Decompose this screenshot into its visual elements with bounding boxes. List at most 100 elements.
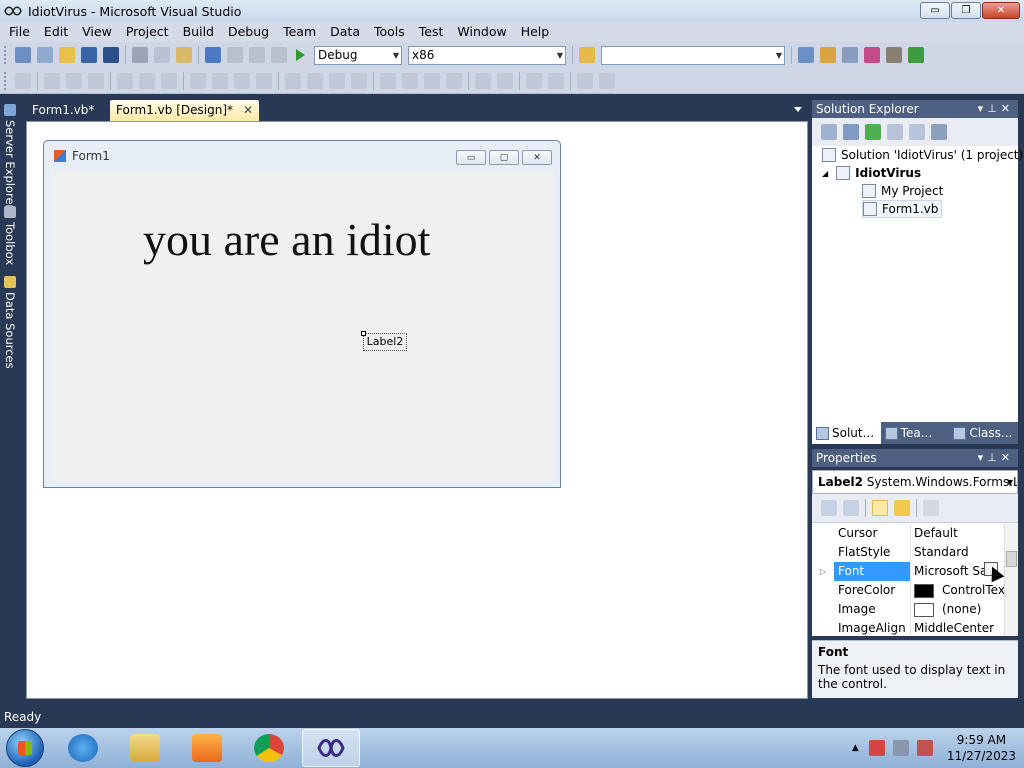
property-row-font[interactable]: ▷ Font Microsoft Sar: [812, 562, 1004, 581]
panel-controls[interactable]: ▾⊥✕: [978, 100, 1014, 118]
volume-muted-icon[interactable]: [916, 740, 933, 756]
horizontal-spacing-icon[interactable]: [285, 72, 301, 89]
property-row-imagealign[interactable]: ImageAlign MiddleCenter: [812, 619, 1004, 636]
menu-file[interactable]: File: [2, 22, 37, 42]
view-class-diagram-icon[interactable]: [931, 124, 947, 140]
solution-platform-select[interactable]: x86 ▼: [408, 45, 566, 65]
tree-project[interactable]: ◢ IdiotVirus: [822, 164, 921, 182]
tree-item-form1[interactable]: Form1.vb: [862, 200, 943, 218]
copy-icon[interactable]: [154, 47, 170, 63]
undo-icon[interactable]: [205, 47, 221, 63]
view-code-icon[interactable]: [887, 124, 903, 140]
properties-view-icon[interactable]: [872, 500, 888, 516]
menu-tools[interactable]: Tools: [367, 22, 412, 42]
selection-handle[interactable]: [361, 331, 366, 336]
tab-team-explorer[interactable]: Tea...: [881, 422, 950, 444]
tree-item-my-project[interactable]: My Project: [862, 182, 943, 200]
show-all-files-icon[interactable]: [843, 124, 859, 140]
find-in-files-icon[interactable]: [579, 47, 595, 63]
collapse-arrow-icon[interactable]: ◢: [822, 169, 828, 178]
decrease-horizontal-spacing-icon[interactable]: [329, 72, 345, 89]
solution-explorer-icon[interactable]: [798, 47, 814, 63]
view-designer-icon[interactable]: [909, 124, 925, 140]
tab-order-icon[interactable]: [577, 72, 593, 89]
alphabetical-icon[interactable]: [843, 500, 859, 516]
taskbar-internet-explorer[interactable]: [54, 729, 112, 767]
toolbox-icon[interactable]: [864, 47, 880, 63]
center-horizontally-icon[interactable]: [475, 72, 491, 89]
menu-edit[interactable]: Edit: [37, 22, 75, 42]
properties-icon[interactable]: [821, 124, 837, 140]
start-debugging-icon[interactable]: [296, 49, 305, 61]
toolbar-grip[interactable]: [4, 46, 8, 64]
toolbar-options-icon[interactable]: [599, 72, 615, 89]
property-pages-icon[interactable]: [923, 500, 939, 516]
categorized-icon[interactable]: [821, 500, 837, 516]
redo-icon[interactable]: [227, 47, 243, 63]
menu-help[interactable]: Help: [514, 22, 557, 42]
taskbar-visual-studio[interactable]: [302, 729, 360, 767]
object-browser-icon[interactable]: [842, 47, 858, 63]
menu-data[interactable]: Data: [323, 22, 367, 42]
maximize-button[interactable]: ❐: [951, 2, 981, 19]
property-value[interactable]: Default: [910, 524, 1004, 543]
increase-vertical-spacing-icon[interactable]: [402, 72, 418, 89]
events-icon[interactable]: [894, 500, 910, 516]
properties-scrollbar[interactable]: [1004, 523, 1018, 636]
system-clock[interactable]: 9:59 AM 11/27/2023: [947, 732, 1016, 764]
property-value[interactable]: MiddleCenter: [910, 619, 1004, 636]
center-vertically-icon[interactable]: [497, 72, 513, 89]
expand-arrow-icon[interactable]: ▷: [812, 562, 834, 581]
menu-test[interactable]: Test: [412, 22, 451, 42]
scrollbar-thumb[interactable]: [1006, 551, 1017, 567]
make-same-size-icon[interactable]: [256, 72, 272, 89]
action-center-icon[interactable]: [868, 740, 885, 756]
solution-configuration-select[interactable]: Debug ▼: [314, 45, 402, 65]
send-to-back-icon[interactable]: [548, 72, 564, 89]
label2-control[interactable]: Label2: [361, 331, 407, 351]
property-value[interactable]: ControlTex: [910, 581, 1004, 600]
refresh-icon[interactable]: [865, 124, 881, 140]
close-tab-icon[interactable]: ✕: [243, 103, 253, 117]
save-all-icon[interactable]: [103, 47, 119, 63]
network-icon[interactable]: [892, 740, 909, 756]
close-button[interactable]: ✕: [982, 2, 1020, 19]
size-to-grid-icon[interactable]: [212, 72, 228, 89]
tab-solution-explorer[interactable]: Solut...: [812, 422, 881, 444]
menu-build[interactable]: Build: [176, 22, 221, 42]
decrease-vertical-spacing-icon[interactable]: [424, 72, 440, 89]
start-button[interactable]: [6, 729, 44, 767]
align-centers-icon[interactable]: [66, 72, 82, 89]
add-item-icon[interactable]: [37, 47, 53, 63]
find-combo[interactable]: ▼: [601, 45, 785, 65]
property-row-image[interactable]: Image (none): [812, 600, 1004, 619]
vertical-spacing-icon[interactable]: [380, 72, 396, 89]
panel-controls[interactable]: ▾⊥✕: [978, 449, 1014, 467]
menu-project[interactable]: Project: [119, 22, 176, 42]
increase-horizontal-spacing-icon[interactable]: [307, 72, 323, 89]
property-value[interactable]: Standard: [910, 543, 1004, 562]
minimize-button[interactable]: ▭: [920, 2, 950, 19]
taskbar-chrome[interactable]: [240, 729, 298, 767]
toolbar-grip[interactable]: [4, 71, 8, 90]
active-files-dropdown-icon[interactable]: [794, 107, 802, 112]
menu-debug[interactable]: Debug: [221, 22, 276, 42]
show-hidden-icons-icon[interactable]: ▲: [852, 743, 859, 753]
data-sources-tab[interactable]: Data Sources: [2, 276, 18, 369]
label1-control[interactable]: you are an idiot: [143, 213, 430, 266]
extension-manager-icon[interactable]: [886, 47, 902, 63]
toolbox-tab[interactable]: Toolbox: [2, 206, 18, 265]
cut-icon[interactable]: [132, 47, 148, 63]
property-value[interactable]: (none): [910, 600, 1004, 619]
tab-form1-design[interactable]: Form1.vb [Design]* ✕: [110, 100, 260, 121]
properties-window-icon[interactable]: [820, 47, 836, 63]
tab-class-view[interactable]: Class...: [949, 422, 1018, 444]
save-icon[interactable]: [81, 47, 97, 63]
properties-object-select[interactable]: Label2 System.Windows.Forms.La ▼: [812, 470, 1018, 494]
server-explorer-tab[interactable]: Server Explorer: [2, 104, 18, 209]
paste-icon[interactable]: [176, 47, 192, 63]
taskbar-media-player[interactable]: [178, 729, 236, 767]
align-bottoms-icon[interactable]: [161, 72, 177, 89]
form1-client-area[interactable]: you are an idiot Label2: [51, 171, 553, 481]
make-same-width-icon[interactable]: [190, 72, 206, 89]
